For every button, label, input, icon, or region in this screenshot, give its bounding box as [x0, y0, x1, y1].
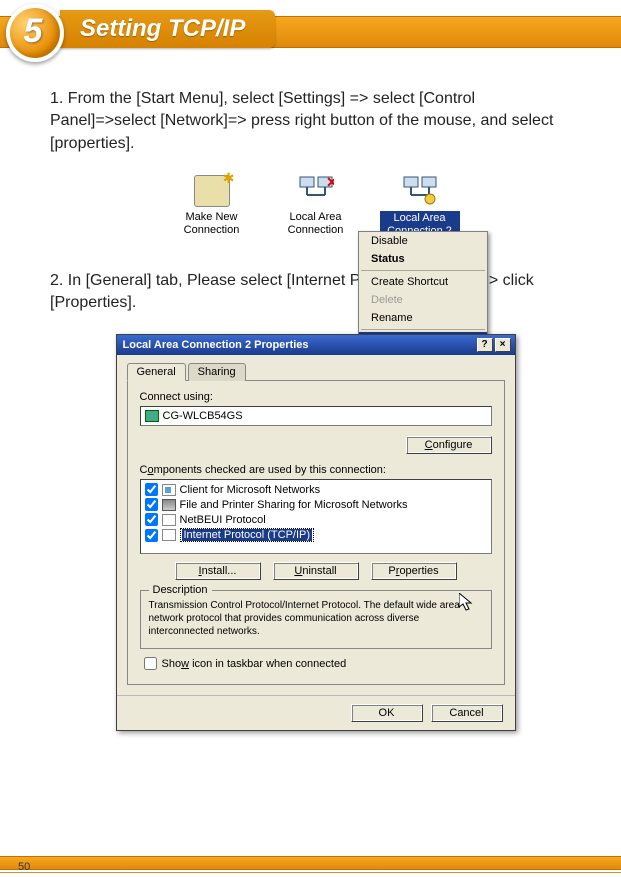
component-label: File and Printer Sharing for Microsoft N… [180, 499, 408, 511]
protocol-icon [162, 514, 176, 526]
page-footer: 50 [0, 856, 621, 873]
menu-delete: Delete [359, 291, 487, 309]
network-adapter-icon [402, 175, 438, 207]
menu-separator [361, 270, 485, 271]
show-icon-checkbox[interactable] [144, 657, 157, 670]
cancel-button[interactable]: Cancel [431, 704, 503, 722]
step1-text: 1. From the [Start Menu], select [Settin… [50, 88, 581, 155]
client-icon [162, 484, 176, 496]
help-button[interactable]: ? [477, 338, 493, 352]
title-banner: Setting TCP/IP [60, 10, 275, 48]
adapter-name: CG-WLCB54GS [163, 410, 243, 422]
folder-star-icon [194, 175, 230, 207]
ok-button[interactable]: OK [351, 704, 423, 722]
page-content: 1. From the [Start Menu], select [Settin… [0, 58, 621, 731]
network-icons-row: Make New Connection ✕ Local Area Connect… [172, 175, 460, 239]
menu-separator [361, 329, 485, 330]
menu-rename[interactable]: Rename [359, 309, 487, 327]
icon-label: Local Area Connection [276, 211, 356, 237]
step-number-badge: 5 [6, 4, 64, 62]
component-fileshare[interactable]: File and Printer Sharing for Microsoft N… [143, 497, 489, 512]
adapter-field: CG-WLCB54GS [140, 406, 492, 426]
component-label: Internet Protocol (TCP/IP) [182, 529, 313, 541]
share-icon [162, 499, 176, 511]
properties-dialog: Local Area Connection 2 Properties ? × G… [116, 334, 516, 731]
uninstall-button[interactable]: Uninstall [273, 562, 359, 580]
svg-text:✕: ✕ [326, 175, 334, 190]
show-icon-row[interactable]: Show icon in taskbar when connected [140, 657, 492, 670]
nic-icon [145, 410, 159, 422]
close-button[interactable]: × [495, 338, 511, 352]
checkbox[interactable] [145, 483, 158, 496]
install-button[interactable]: Install... [175, 562, 261, 580]
configure-row: Configure [140, 436, 492, 454]
component-label: Client for Microsoft Networks [180, 484, 321, 496]
dialog-footer: OK Cancel [117, 695, 515, 730]
description-legend: Description [149, 584, 212, 596]
tab-general[interactable]: General [127, 363, 186, 381]
checkbox[interactable] [145, 513, 158, 526]
components-label: Components checked are used by this conn… [140, 464, 492, 476]
tabs: General Sharing [127, 363, 505, 381]
page-title: Setting TCP/IP [80, 15, 245, 43]
description-text: Transmission Control Protocol/Internet P… [149, 599, 483, 638]
tab-sharing[interactable]: Sharing [188, 363, 246, 381]
local-area-connection-icon[interactable]: ✕ Local Area Connection [276, 175, 356, 237]
titlebar-buttons: ? × [477, 338, 511, 352]
cursor-icon [459, 593, 475, 613]
footer-line [0, 872, 621, 873]
protocol-icon [162, 529, 176, 541]
network-adapter-icon: ✕ [298, 175, 334, 207]
make-new-connection-icon[interactable]: Make New Connection [172, 175, 252, 237]
connect-using-label: Connect using: [140, 391, 492, 403]
show-icon-label: Show icon in taskbar when connected [162, 658, 347, 670]
dialog-title: Local Area Connection 2 Properties [123, 339, 309, 351]
configure-button[interactable]: Configure [406, 436, 492, 454]
footer-band [0, 856, 621, 870]
checkbox[interactable] [145, 529, 158, 542]
properties-button[interactable]: Properties [371, 562, 457, 580]
component-buttons: Install... Uninstall Properties [140, 562, 492, 580]
tab-panel: Connect using: CG-WLCB54GS Configure Com… [127, 380, 505, 685]
menu-disable[interactable]: Disable [359, 232, 487, 250]
page-header: Setting TCP/IP 5 [0, 8, 621, 58]
component-client[interactable]: Client for Microsoft Networks [143, 482, 489, 497]
dialog-titlebar: Local Area Connection 2 Properties ? × [117, 335, 515, 355]
step-number: 5 [24, 12, 43, 51]
step2-text: 2. In [General] tab, Please select [Inte… [50, 270, 581, 315]
menu-create-shortcut[interactable]: Create Shortcut [359, 273, 487, 291]
component-label: NetBEUI Protocol [180, 514, 266, 526]
dialog-body: General Sharing Connect using: CG-WLCB54… [117, 355, 515, 695]
checkbox[interactable] [145, 498, 158, 511]
icon-label: Make New Connection [172, 211, 252, 237]
local-area-connection-2-icon[interactable]: Local Area Connection 2 [380, 175, 460, 239]
figure-2: Local Area Connection 2 Properties ? × G… [50, 334, 581, 731]
description-group: Description Transmission Control Protoco… [140, 590, 492, 649]
figure-1: Make New Connection ✕ Local Area Connect… [50, 175, 581, 239]
components-list[interactable]: Client for Microsoft Networks File and P… [140, 479, 492, 554]
page-number: 50 [18, 861, 30, 873]
component-netbeui[interactable]: NetBEUI Protocol [143, 512, 489, 527]
component-tcpip[interactable]: Internet Protocol (TCP/IP) [143, 527, 489, 543]
context-menu: Disable Status Create Shortcut Delete Re… [358, 231, 488, 351]
menu-status[interactable]: Status [359, 250, 487, 268]
